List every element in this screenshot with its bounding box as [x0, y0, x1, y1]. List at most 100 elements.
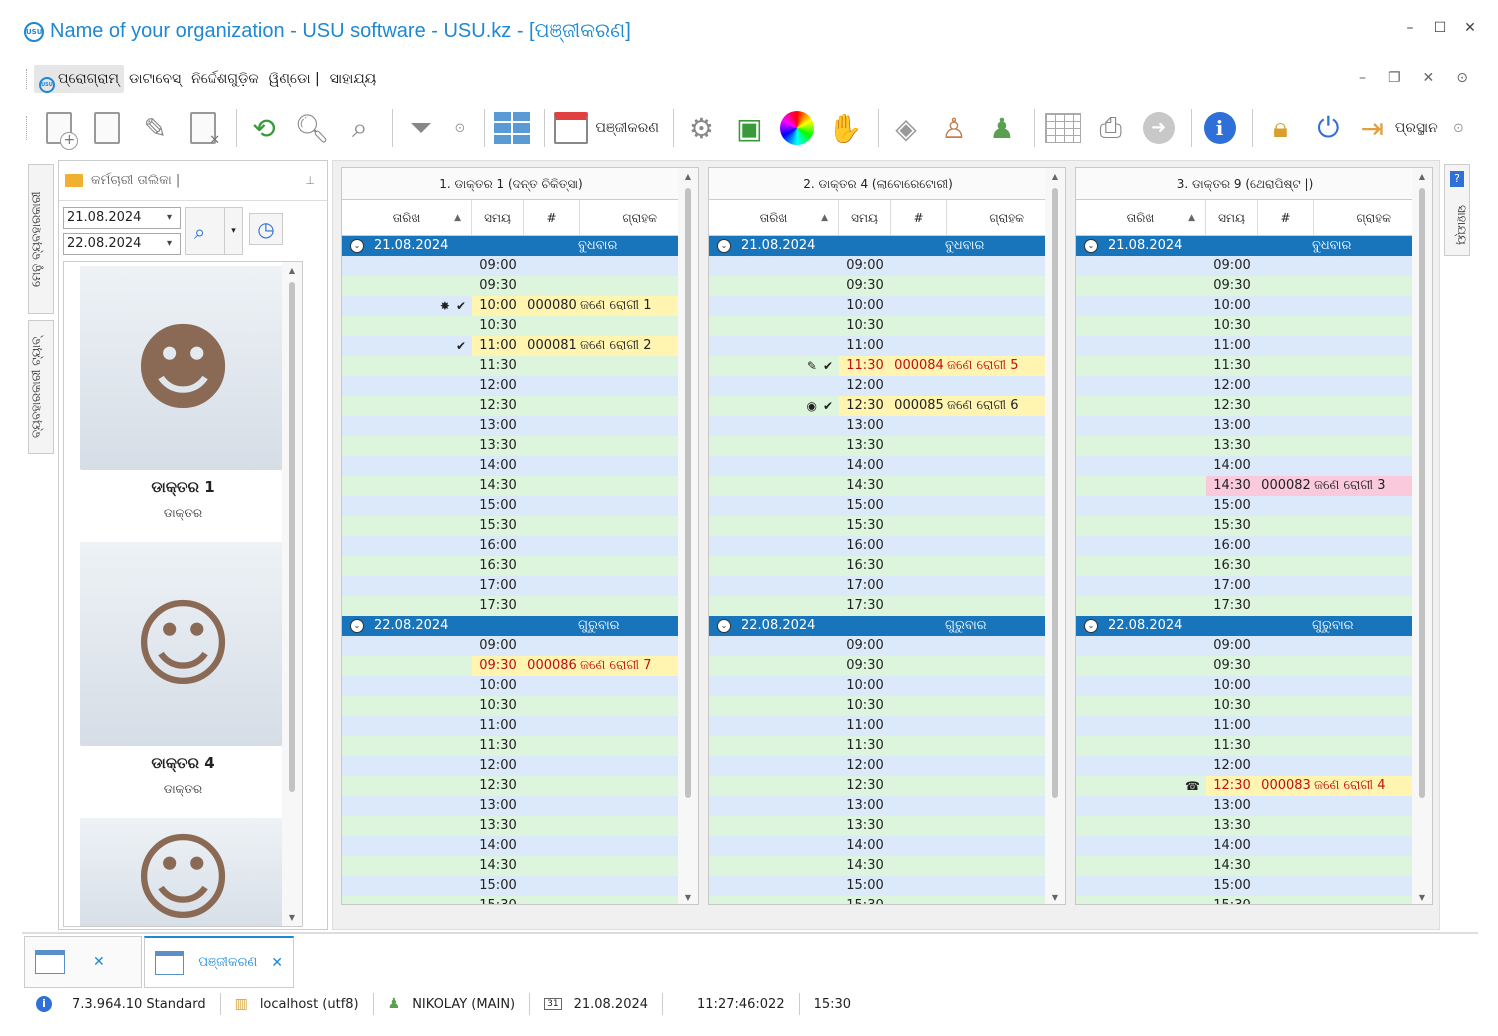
print-button[interactable]: ⎙: [1089, 104, 1132, 152]
collapse-icon[interactable]: ⌄: [1084, 619, 1098, 633]
slot-row[interactable]: 15:00: [709, 876, 1047, 896]
lock-button[interactable]: 🔒︎: [1259, 104, 1302, 152]
slot-row[interactable]: 15:30: [342, 516, 680, 536]
employee-card[interactable]: ☺: [64, 804, 302, 926]
slot-row[interactable]: 13:00: [342, 796, 680, 816]
minimize-icon[interactable]: –: [1402, 20, 1418, 36]
slot-row[interactable]: 09:00: [342, 256, 680, 276]
menu-help[interactable]: ସାହାଯ୍ୟ: [325, 65, 382, 93]
slot-row[interactable]: 16:00: [709, 536, 1047, 556]
collapse-icon[interactable]: ⌄: [1084, 239, 1098, 253]
collapse-icon[interactable]: ⌄: [350, 239, 364, 253]
collapse-icon[interactable]: ⌄: [350, 619, 364, 633]
header-date[interactable]: ତାରିଖ: [342, 200, 472, 236]
add-record-button[interactable]: [38, 104, 81, 152]
appointment-row[interactable]: ✸ ✔ 10:00 000080 ଜଣେ ରୋଗୀ 1: [342, 296, 680, 316]
date-from-input[interactable]: 21.08.2024: [63, 207, 181, 229]
hand-button[interactable]: ✋: [824, 104, 867, 152]
exit-label[interactable]: ପ୍ରସ୍ଥାନ: [1395, 120, 1438, 136]
slot-row[interactable]: 14:30: [342, 856, 680, 876]
slot-row[interactable]: 10:00: [1076, 296, 1414, 316]
slot-row[interactable]: 09:00: [342, 636, 680, 656]
slot-row[interactable]: 11:30: [1076, 736, 1414, 756]
slot-row[interactable]: 10:00: [342, 676, 680, 696]
date-to-input[interactable]: 22.08.2024: [63, 233, 181, 255]
close-tab-icon[interactable]: ✕: [271, 955, 283, 971]
appointment-row[interactable]: ✎ ✔ 11:30 000084 ଜଣେ ରୋଗୀ 5: [709, 356, 1047, 376]
day-group-row[interactable]: ⌄ 22.08.2024 ଗୁରୁବାର: [709, 616, 1047, 636]
slot-row[interactable]: 16:00: [1076, 536, 1414, 556]
delete-record-button[interactable]: [182, 104, 225, 152]
filter-button[interactable]: ⏷: [399, 104, 442, 152]
slot-row[interactable]: 15:30: [709, 896, 1047, 904]
map-button[interactable]: ▣: [728, 104, 771, 152]
menu-window[interactable]: ୱିଣ୍ଡୋ |: [264, 65, 325, 93]
slot-row[interactable]: 11:30: [342, 736, 680, 756]
pin-icon[interactable]: ⊥: [305, 174, 315, 187]
forward-button[interactable]: ➜: [1137, 104, 1180, 152]
slot-row[interactable]: 13:30: [709, 436, 1047, 456]
slot-row[interactable]: 14:00: [1076, 836, 1414, 856]
collapse-icon[interactable]: ⌄: [717, 619, 731, 633]
slot-row[interactable]: 12:00: [1076, 376, 1414, 396]
slot-row[interactable]: 10:30: [1076, 316, 1414, 336]
slot-row[interactable]: 15:30: [342, 896, 680, 904]
user-button[interactable]: ♙: [933, 104, 976, 152]
header-time[interactable]: ସମୟ: [1206, 200, 1258, 235]
register-button[interactable]: [551, 104, 590, 152]
day-group-row[interactable]: ⌄ 21.08.2024 ବୁଧବାର: [342, 236, 680, 256]
slot-row[interactable]: 13:00: [1076, 416, 1414, 436]
slot-row[interactable]: 17:00: [342, 576, 680, 596]
column-scrollbar[interactable]: ▲ ▼: [678, 168, 698, 904]
slot-row[interactable]: 17:00: [709, 576, 1047, 596]
slot-row[interactable]: 16:30: [709, 556, 1047, 576]
slot-row[interactable]: 14:00: [342, 836, 680, 856]
slot-row[interactable]: 17:30: [1076, 596, 1414, 616]
slot-row[interactable]: 11:30: [342, 356, 680, 376]
slot-row[interactable]: 10:00: [1076, 676, 1414, 696]
menu-program[interactable]: USU ପ୍ରୋଗ୍ରାମ୍: [34, 65, 124, 93]
slot-row[interactable]: 14:30: [342, 476, 680, 496]
close-icon[interactable]: ✕: [1462, 20, 1478, 36]
slot-row[interactable]: 14:00: [342, 456, 680, 476]
slot-row[interactable]: 11:00: [709, 716, 1047, 736]
slot-row[interactable]: 09:00: [1076, 256, 1414, 276]
slot-row[interactable]: 13:30: [342, 816, 680, 836]
column-scrollbar[interactable]: ▲ ▼: [1045, 168, 1065, 904]
header-date[interactable]: ତାରିଖ: [709, 200, 839, 236]
copy-record-button[interactable]: [86, 104, 129, 152]
slot-row[interactable]: 09:30: [709, 656, 1047, 676]
header-number[interactable]: #: [524, 200, 580, 235]
slot-row[interactable]: 15:00: [342, 496, 680, 516]
slot-row[interactable]: 09:00: [709, 256, 1047, 276]
clock-button[interactable]: ◷: [249, 213, 283, 245]
refresh-button[interactable]: ⟲: [243, 104, 286, 152]
header-number[interactable]: #: [1258, 200, 1314, 235]
slot-row[interactable]: 09:00: [1076, 636, 1414, 656]
slot-row[interactable]: 12:00: [342, 756, 680, 776]
search-button[interactable]: 🔍︎: [291, 104, 334, 152]
header-client[interactable]: ଗ୍ରାହକ: [947, 200, 1047, 235]
slot-row[interactable]: 15:30: [1076, 896, 1414, 904]
column-scrollbar[interactable]: ▲ ▼: [1412, 168, 1432, 904]
collapse-icon[interactable]: ⌄: [717, 239, 731, 253]
mdi-more-icon[interactable]: ⊙: [1456, 70, 1468, 86]
slot-row[interactable]: 12:00: [709, 756, 1047, 776]
slot-row[interactable]: 14:00: [1076, 456, 1414, 476]
slot-row[interactable]: 15:00: [1076, 876, 1414, 896]
table-button[interactable]: [1041, 104, 1084, 152]
slot-row[interactable]: 09:30: [1076, 276, 1414, 296]
tab-user-menu[interactable]: ମେନୁ ବ୍ୟବହାରକାରୀ: [28, 164, 54, 314]
header-time[interactable]: ସମୟ: [472, 200, 524, 235]
slot-row[interactable]: 14:30: [709, 856, 1047, 876]
day-group-row[interactable]: ⌄ 22.08.2024 ଗୁରୁବାର: [1076, 616, 1414, 636]
slot-row[interactable]: 09:30: [342, 276, 680, 296]
tab-help[interactable]: ? ସାହାଯ୍ୟ: [1444, 164, 1470, 256]
tab-user-tabs[interactable]: ବ୍ୟବହାରକାରୀ ଟ୍ୟାବ୍: [28, 320, 54, 454]
slot-row[interactable]: 13:30: [709, 816, 1047, 836]
menu-commands[interactable]: ନିର୍ଦ୍ଦେଶଗୁଡ଼ିକ: [186, 65, 264, 93]
mdi-minimize-icon[interactable]: –: [1359, 70, 1366, 86]
doc-tab-register[interactable]: ପଞ୍ଜୀକରଣ ✕: [144, 936, 294, 988]
slot-row[interactable]: 12:30: [709, 776, 1047, 796]
day-group-row[interactable]: ⌄ 21.08.2024 ବୁଧବାର: [709, 236, 1047, 256]
